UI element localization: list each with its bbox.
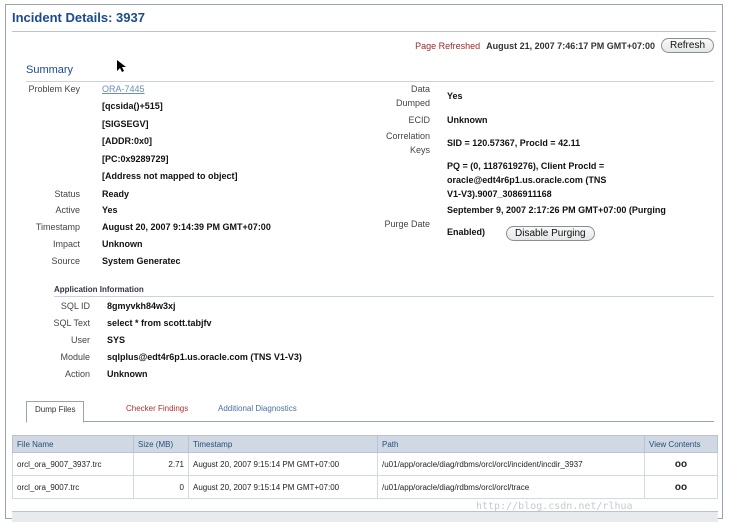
path-cell: /u01/app/oracle/diag/rdbms/orcl/orcl/tra…: [377, 475, 645, 499]
summary-heading: Summary: [26, 64, 74, 76]
mouse-pointer-icon: [117, 60, 126, 72]
incident-details-panel: Incident Details: 3937 Page Refreshed Au…: [5, 4, 723, 522]
purge-date-label: Purge Date: [384, 219, 430, 229]
disable-purging-button[interactable]: Disable Purging: [506, 226, 595, 241]
page-refreshed-label: Page Refreshed: [415, 40, 481, 51]
ecid-value: Unknown: [447, 115, 488, 125]
column-header-size[interactable]: Size (MB): [133, 435, 189, 453]
column-header-path[interactable]: Path: [377, 435, 645, 453]
ecid-label: ECID: [408, 115, 430, 125]
dump-files-table: File Name Size (MB) Timestamp Path View …: [12, 435, 718, 499]
refresh-button[interactable]: Refresh: [660, 38, 714, 53]
problem-key-label: Problem Key: [28, 84, 80, 94]
timestamp-cell: August 20, 2007 9:15:14 PM GMT+07:00: [188, 475, 378, 499]
column-header-file-name[interactable]: File Name: [12, 435, 134, 453]
size-cell: 2.71: [133, 452, 189, 476]
action-label: Action: [64, 369, 90, 379]
sql-text-label: SQL Text: [53, 318, 90, 328]
timestamp-cell: August 20, 2007 9:15:14 PM GMT+07:00: [188, 452, 378, 476]
status-value: Ready: [102, 189, 130, 199]
application-information-heading: Application Information: [54, 285, 144, 294]
problem-key-line: [Address not mapped to object]: [102, 171, 238, 181]
correlation-keys-label: Correlation: [385, 131, 430, 141]
tab-dump-files[interactable]: Dump Files: [26, 401, 85, 423]
page-title: Incident Details: 3937: [12, 10, 145, 25]
user-label: User: [70, 335, 90, 345]
page-refreshed-timestamp: August 21, 2007 7:46:17 PM GMT+07:00: [486, 40, 655, 51]
sql-id-value: 8gmyvkh84w3xj: [107, 301, 176, 311]
problem-key-line: [qcsida()+515]: [102, 101, 163, 111]
tab-additional-diagnostics[interactable]: Additional Diagnostics: [210, 401, 305, 416]
user-value: SYS: [107, 335, 126, 345]
problem-key-line: [SIGSEGV]: [102, 119, 149, 129]
purge-date-value: September 9, 2007 2:17:26 PM GMT+07:00 (…: [447, 205, 666, 215]
file-name-cell: orcl_ora_9007.trc: [12, 475, 134, 499]
column-header-view-contents: View Contents: [644, 435, 718, 453]
correlation-keys-value: PQ = (0, 1187619276), Client ProcId =: [447, 161, 605, 171]
data-dumped-label: Data: [410, 84, 430, 94]
purge-date-value: Enabled): [447, 227, 486, 237]
action-value: Unknown: [107, 369, 148, 379]
summary-divider: [26, 81, 714, 82]
impact-value: Unknown: [102, 239, 143, 249]
view-contents-glasses-icon[interactable]: oo: [644, 475, 718, 499]
table-row: orcl_ora_9007.trc 0 August 20, 2007 9:15…: [12, 475, 718, 499]
problem-key-link[interactable]: ORA-7445: [102, 84, 145, 94]
browser-status-bar: [12, 511, 718, 522]
source-label: Source: [51, 256, 80, 266]
problem-key-line: [PC:0x9289729]: [102, 154, 169, 164]
timestamp-value: August 20, 2007 9:14:39 PM GMT+07:00: [102, 222, 271, 232]
data-dumped-value: Yes: [447, 91, 463, 101]
module-label: Module: [60, 352, 90, 362]
timestamp-label: Timestamp: [35, 222, 80, 232]
table-row: orcl_ora_9007_3937.trc 2.71 August 20, 2…: [12, 452, 718, 476]
table-header-row: File Name Size (MB) Timestamp Path View …: [12, 435, 718, 453]
sql-id-label: SQL ID: [60, 301, 90, 311]
problem-key-line: [ADDR:0x0]: [102, 136, 153, 146]
correlation-keys-value: oracle@edt4r6p1.us.oracle.com (TNS: [447, 175, 607, 185]
data-dumped-label: Dumped: [395, 98, 430, 108]
status-label: Status: [54, 189, 80, 199]
title-divider: [12, 31, 716, 32]
path-cell: /u01/app/oracle/diag/rdbms/orcl/orcl/inc…: [377, 452, 645, 476]
refresh-bar: Page Refreshed August 21, 2007 7:46:17 P…: [415, 38, 714, 53]
column-header-timestamp[interactable]: Timestamp: [188, 435, 378, 453]
impact-label: Impact: [52, 239, 80, 249]
view-contents-glasses-icon[interactable]: oo: [644, 452, 718, 476]
sql-text-value: select * from scott.tabjfv: [107, 318, 212, 328]
correlation-keys-label: Keys: [409, 145, 430, 155]
active-label: Active: [55, 205, 80, 215]
source-value: System Generatec: [102, 256, 181, 266]
details-tabs: Dump Files Checker Findings Additional D…: [26, 399, 714, 423]
active-value: Yes: [102, 205, 118, 215]
module-value: sqlplus@edt4r6p1.us.oracle.com (TNS V1-V…: [107, 352, 302, 362]
correlation-keys-value: V1-V3).9007_3086911168: [447, 189, 552, 199]
file-name-cell: orcl_ora_9007_3937.trc: [12, 452, 134, 476]
tab-checker-findings[interactable]: Checker Findings: [118, 401, 196, 416]
size-cell: 0: [133, 475, 189, 499]
correlation-keys-value: SID = 120.57367, ProcId = 42.11: [447, 138, 581, 148]
application-information-divider: [54, 296, 714, 297]
